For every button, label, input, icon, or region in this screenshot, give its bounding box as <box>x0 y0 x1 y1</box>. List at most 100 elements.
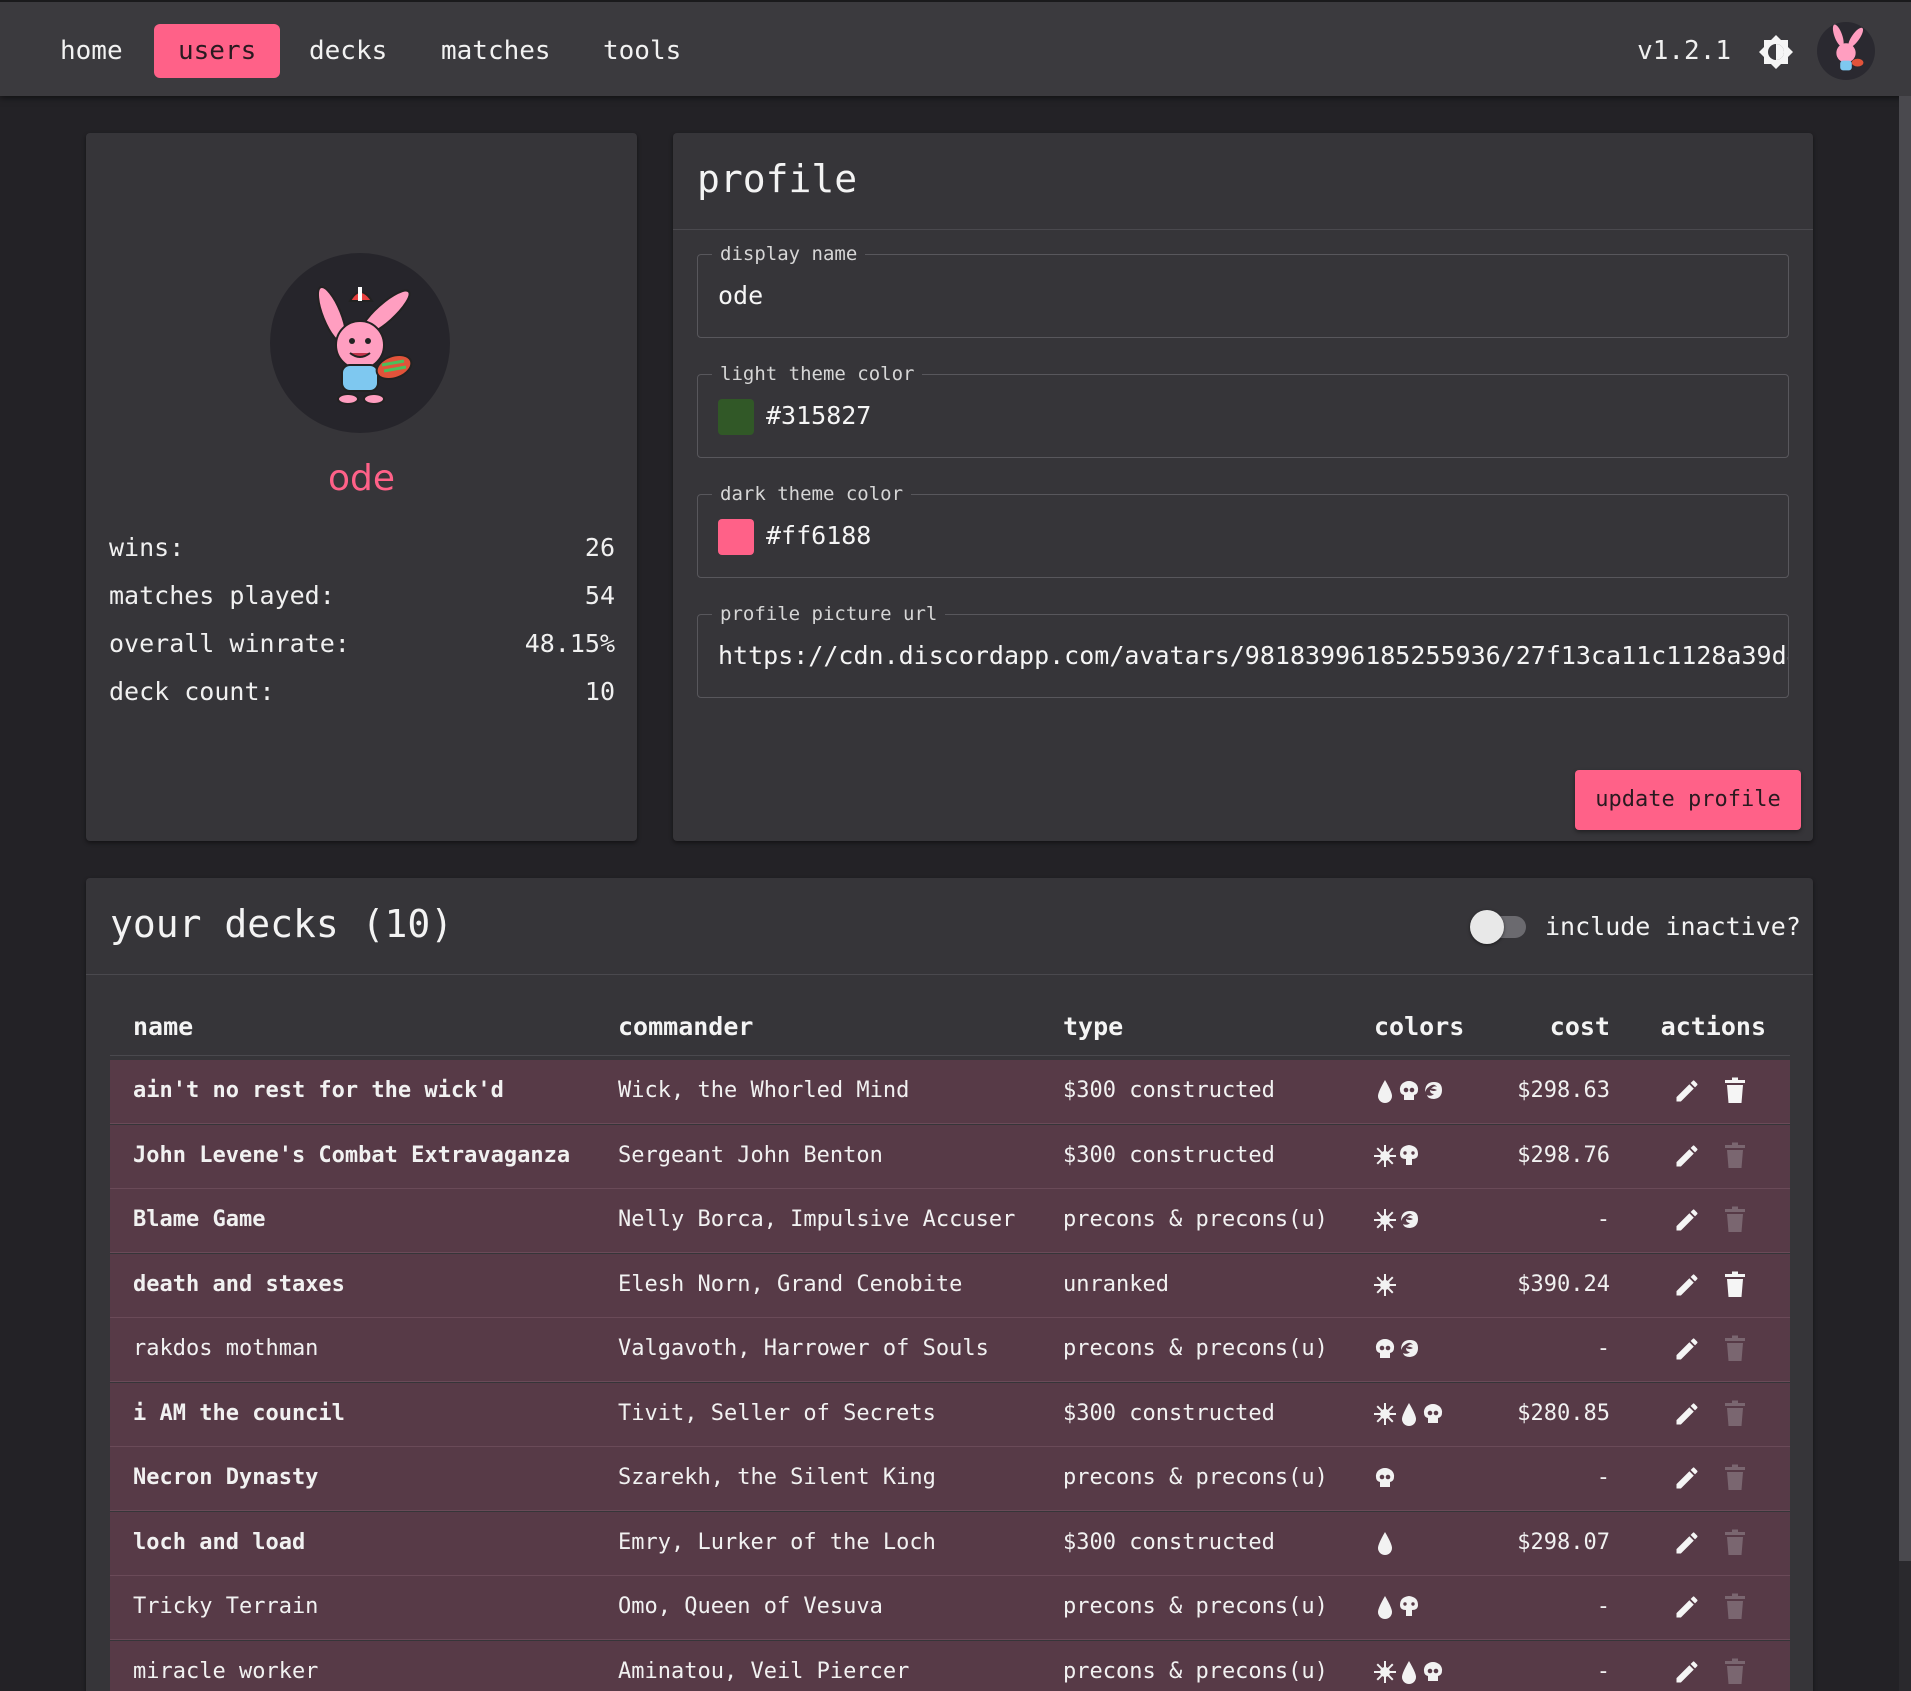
delete-icon <box>1725 1400 1745 1426</box>
red-mana-icon <box>1401 1211 1418 1228</box>
nav-tools[interactable]: tools <box>579 24 705 78</box>
deck-cost: - <box>1596 1207 1610 1232</box>
display-name-field[interactable]: display name ode <box>697 243 1789 338</box>
red-mana-icon <box>1425 1082 1442 1099</box>
nav-avatar[interactable] <box>1817 22 1875 80</box>
nav-matches[interactable]: matches <box>417 24 575 78</box>
black-mana-icon <box>1423 1661 1443 1681</box>
table-row[interactable]: death and staxes Elesh Norn, Grand Cenobi… <box>110 1253 1790 1318</box>
deck-cost: - <box>1596 1594 1610 1619</box>
nav-users[interactable]: users <box>154 24 281 78</box>
dark-theme-color-field[interactable]: dark theme color #ff6188 <box>697 483 1789 578</box>
profile-picture-url-input[interactable]: https://cdn.discordapp.com/avatars/98183… <box>718 639 1788 673</box>
column-header-type[interactable]: type <box>1063 1012 1123 1041</box>
column-header-colors: colors <box>1374 1012 1465 1041</box>
deck-colors <box>1374 1530 1396 1556</box>
blue-mana-icon <box>1402 1660 1416 1684</box>
dark-color-input[interactable]: #ff6188 <box>766 519 871 553</box>
deck-colors <box>1374 1207 1420 1233</box>
table-row[interactable]: ain't no rest for the wick'd Wick, the Wh… <box>110 1060 1790 1124</box>
dark-color-swatch[interactable] <box>718 519 754 555</box>
table-row[interactable]: i AM the council Tivit, Seller of Secrets… <box>110 1382 1790 1447</box>
profile-picture-url-field[interactable]: profile picture url https://cdn.discorda… <box>697 603 1789 698</box>
delete-icon <box>1725 1335 1745 1361</box>
column-header-name[interactable]: name <box>133 1012 193 1041</box>
white-mana-icon <box>1374 1273 1396 1296</box>
red-mana-icon <box>1401 1340 1418 1357</box>
deck-name[interactable]: Blame Game <box>133 1205 265 1235</box>
table-row[interactable]: Tricky Terrain Omo, Queen of Vesuva precon… <box>110 1576 1790 1640</box>
decks-card: your decks (10) include inactive? name c… <box>86 878 1813 1691</box>
stat-label: deck count: <box>109 677 275 706</box>
table-row[interactable]: John Levene's Combat Extravaganza Sergean… <box>110 1124 1790 1189</box>
stat-value: 26 <box>584 533 615 562</box>
edit-icon[interactable] <box>1673 1529 1701 1557</box>
top-nav: home users decks matches tools v1.2.1 <box>0 0 1911 96</box>
edit-icon[interactable] <box>1673 1142 1701 1170</box>
delete-icon <box>1725 1464 1745 1490</box>
field-label: dark theme color <box>712 483 912 505</box>
include-inactive-toggle-knob[interactable] <box>1470 910 1504 944</box>
deck-colors <box>1374 1078 1444 1104</box>
delete-icon[interactable] <box>1723 1271 1747 1299</box>
display-name-input[interactable]: ode <box>718 279 763 313</box>
light-color-input[interactable]: #315827 <box>766 399 871 433</box>
deck-name[interactable]: Necron Dynasty <box>133 1463 318 1493</box>
deck-name[interactable]: ain't no rest for the wick'd <box>133 1076 504 1106</box>
delete-icon <box>1725 1529 1745 1555</box>
deck-colors <box>1374 1272 1396 1298</box>
nav-decks[interactable]: decks <box>285 24 411 78</box>
edit-icon[interactable] <box>1673 1335 1701 1363</box>
deck-type: precons & precons(u) <box>1063 1594 1328 1619</box>
deck-type: precons & precons(u) <box>1063 1207 1328 1232</box>
light-color-swatch[interactable] <box>718 399 754 435</box>
theme-toggle-icon[interactable] <box>1758 34 1794 70</box>
edit-icon[interactable] <box>1673 1658 1701 1686</box>
include-inactive-label: include inactive? <box>1545 912 1801 941</box>
deck-name[interactable]: John Levene's Combat Extravaganza <box>133 1141 570 1171</box>
deck-name[interactable]: rakdos mothman <box>133 1334 318 1364</box>
deck-name[interactable]: death and staxes <box>133 1270 345 1300</box>
page-scrollbar-thumb[interactable] <box>1899 96 1911 1561</box>
black-mana-icon <box>1423 1403 1443 1423</box>
stat-label: wins: <box>109 533 185 562</box>
table-row[interactable]: rakdos mothman Valgavoth, Harrower of Sou… <box>110 1318 1790 1382</box>
stat-value: 10 <box>584 677 615 706</box>
edit-icon[interactable] <box>1673 1206 1701 1234</box>
table-row[interactable]: Blame Game Nelly Borca, Impulsive Accuser… <box>110 1189 1790 1253</box>
edit-icon[interactable] <box>1673 1271 1701 1299</box>
light-theme-color-field[interactable]: light theme color #315827 <box>697 363 1789 458</box>
deck-type: precons & precons(u) <box>1063 1336 1328 1361</box>
table-row[interactable]: loch and load Emry, Lurker of the Loch $30… <box>110 1511 1790 1576</box>
deck-type: $300 constructed <box>1063 1400 1275 1426</box>
update-profile-button[interactable]: update profile <box>1575 770 1801 830</box>
white-mana-icon <box>1374 1209 1396 1231</box>
column-header-commander[interactable]: commander <box>618 1012 753 1041</box>
deck-commander: Szarekh, the Silent King <box>618 1465 936 1490</box>
deck-type: $300 constructed <box>1063 1529 1275 1555</box>
decks-title: your decks (10) <box>110 902 454 946</box>
stat-matches-played: matches played: 54 <box>109 581 615 610</box>
edit-icon[interactable] <box>1673 1593 1701 1621</box>
deck-cost: $298.76 <box>1517 1142 1610 1168</box>
column-header-cost[interactable]: cost <box>1550 1012 1610 1041</box>
stat-winrate: overall winrate: 48.15% <box>109 629 615 658</box>
edit-icon[interactable] <box>1673 1464 1701 1492</box>
edit-icon[interactable] <box>1673 1077 1701 1105</box>
nav-home[interactable]: home <box>36 24 147 78</box>
delete-icon <box>1725 1593 1745 1619</box>
bunny-avatar-icon <box>1832 24 1864 71</box>
deck-name[interactable]: i AM the council <box>133 1399 345 1429</box>
stat-label: overall winrate: <box>109 629 350 658</box>
user-display-name: ode <box>327 458 396 499</box>
deck-name[interactable]: Tricky Terrain <box>133 1592 318 1622</box>
table-row[interactable]: miracle worker Aminatou, Veil Piercer prec… <box>110 1640 1790 1691</box>
black-mana-icon <box>1399 1080 1419 1100</box>
deck-name[interactable]: loch and load <box>133 1528 305 1558</box>
delete-icon[interactable] <box>1723 1077 1747 1105</box>
url-clip: https://cdn.discordapp.com/avatars/98183… <box>698 615 1788 697</box>
edit-icon[interactable] <box>1673 1400 1701 1428</box>
white-mana-icon <box>1374 1660 1396 1683</box>
table-row[interactable]: Necron Dynasty Szarekh, the Silent King pr… <box>110 1447 1790 1511</box>
deck-name[interactable]: miracle worker <box>133 1657 318 1687</box>
